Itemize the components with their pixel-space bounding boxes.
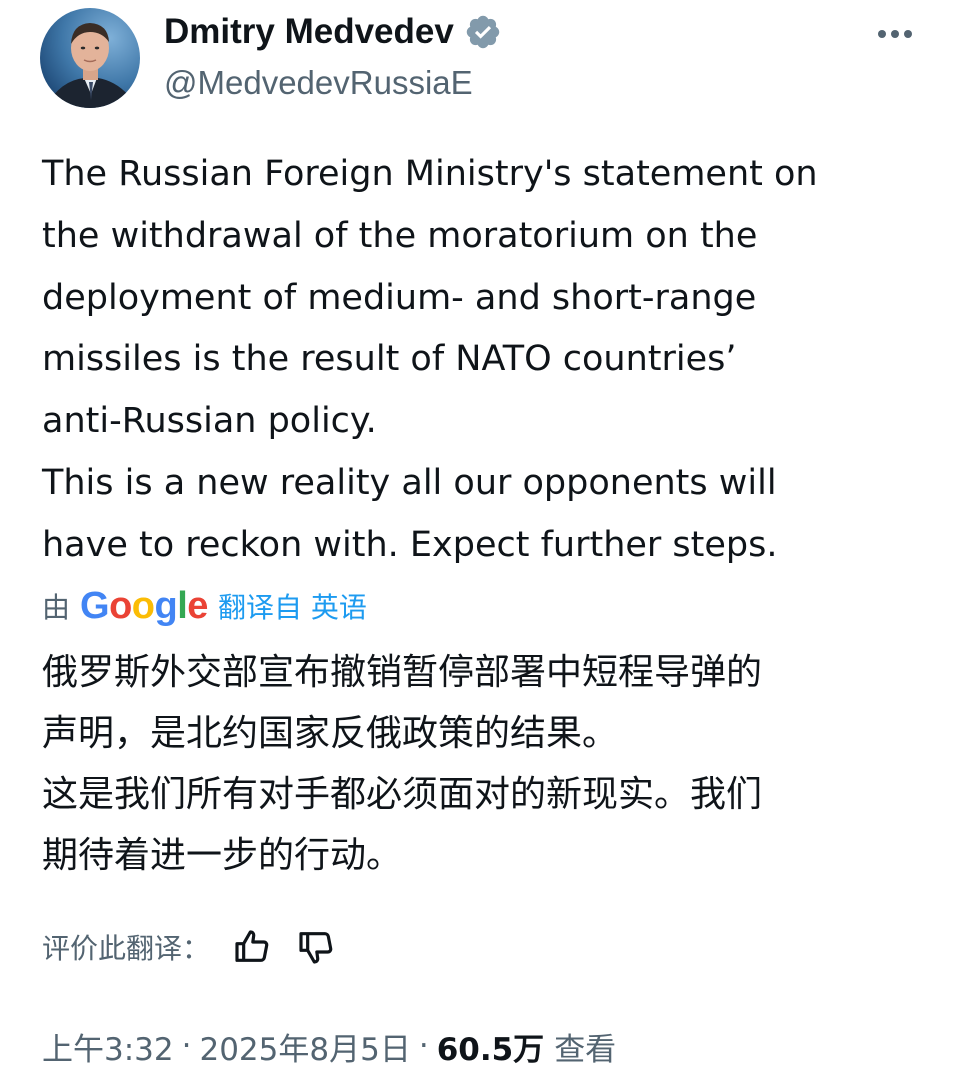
tweet-text-line: anti-Russian policy. — [42, 401, 377, 442]
author-handle[interactable]: @MedvedevRussiaE — [164, 62, 473, 104]
author-name-row: Dmitry Medvedev — [164, 10, 502, 54]
google-logo-letter: o — [131, 585, 155, 627]
translation-attribution: 由 Google 翻译自 英语 — [42, 584, 367, 628]
translated-text-line: 期待着进一步的行动。 — [42, 835, 403, 876]
rate-translation-label: 评价此翻译： — [42, 932, 211, 965]
tweet-text-line: missiles is the result of NATO countries… — [42, 339, 737, 380]
google-logo-letter: e — [187, 585, 208, 627]
thumbs-up-button[interactable] — [232, 927, 272, 967]
more-horizontal-icon — [878, 30, 912, 38]
rate-translation-row: 评价此翻译： — [42, 924, 336, 970]
tweet-text-line: the withdrawal of the moratorium on the — [42, 215, 758, 256]
google-logo-letter: o — [109, 585, 132, 627]
views-label: 查看 — [554, 1031, 617, 1068]
google-logo-text: Google — [80, 584, 208, 628]
tweet-card: Dmitry Medvedev @MedvedevRussiaE The Rus… — [0, 0, 960, 1068]
tweet-text-line: The Russian Foreign Ministry's statement… — [42, 154, 818, 194]
translated-text-line: 俄罗斯外交部宣布撤销暂停部署中短程导弹的 — [42, 652, 763, 693]
translated-text: 俄罗斯外交部宣布撤销暂停部署中短程导弹的 声明，是北约国家反俄政策的结果。 这是… — [42, 642, 922, 886]
translated-text-line: 声明，是北约国家反俄政策的结果。 — [42, 713, 619, 754]
thumbs-down-button[interactable] — [296, 927, 336, 967]
translated-from-link[interactable]: 翻译自 英语 — [218, 586, 367, 626]
verified-badge-icon — [464, 13, 502, 51]
tweet-meta: 上午3:32 · 2025年8月5日 · 60.5万 查看 — [42, 1022, 616, 1070]
google-logo-letter: G — [80, 585, 110, 627]
tweet-text-line: deployment of medium- and short-range — [42, 277, 757, 318]
thumbs-down-icon — [299, 932, 333, 964]
thumbs-up-icon — [235, 930, 269, 962]
author-display-name[interactable]: Dmitry Medvedev — [164, 10, 454, 54]
tweet-time[interactable]: 上午3:32 — [42, 1024, 174, 1069]
meta-separator: · — [181, 1028, 192, 1064]
meta-separator: · — [418, 1028, 429, 1064]
tweet-date[interactable]: 2025年8月5日 — [199, 1024, 410, 1069]
views-count: 60.5万 — [436, 1031, 545, 1068]
tweet-text-line: This is a new reality all our opponents … — [42, 462, 777, 503]
more-options-button[interactable] — [872, 14, 918, 54]
google-logo-letter: l — [177, 585, 188, 627]
google-logo: Google — [80, 584, 208, 628]
google-logo-letter: g — [154, 585, 178, 627]
tweet-text: The Russian Foreign Ministry's statement… — [42, 144, 922, 577]
tweet-text-line: have to reckon with. Expect further step… — [42, 524, 778, 565]
translated-text-line: 这是我们所有对手都必须面对的新现实。我们 — [42, 774, 763, 815]
author-avatar[interactable] — [40, 8, 140, 108]
profile-photo — [40, 8, 140, 108]
translated-by-label: 由 — [42, 591, 71, 624]
